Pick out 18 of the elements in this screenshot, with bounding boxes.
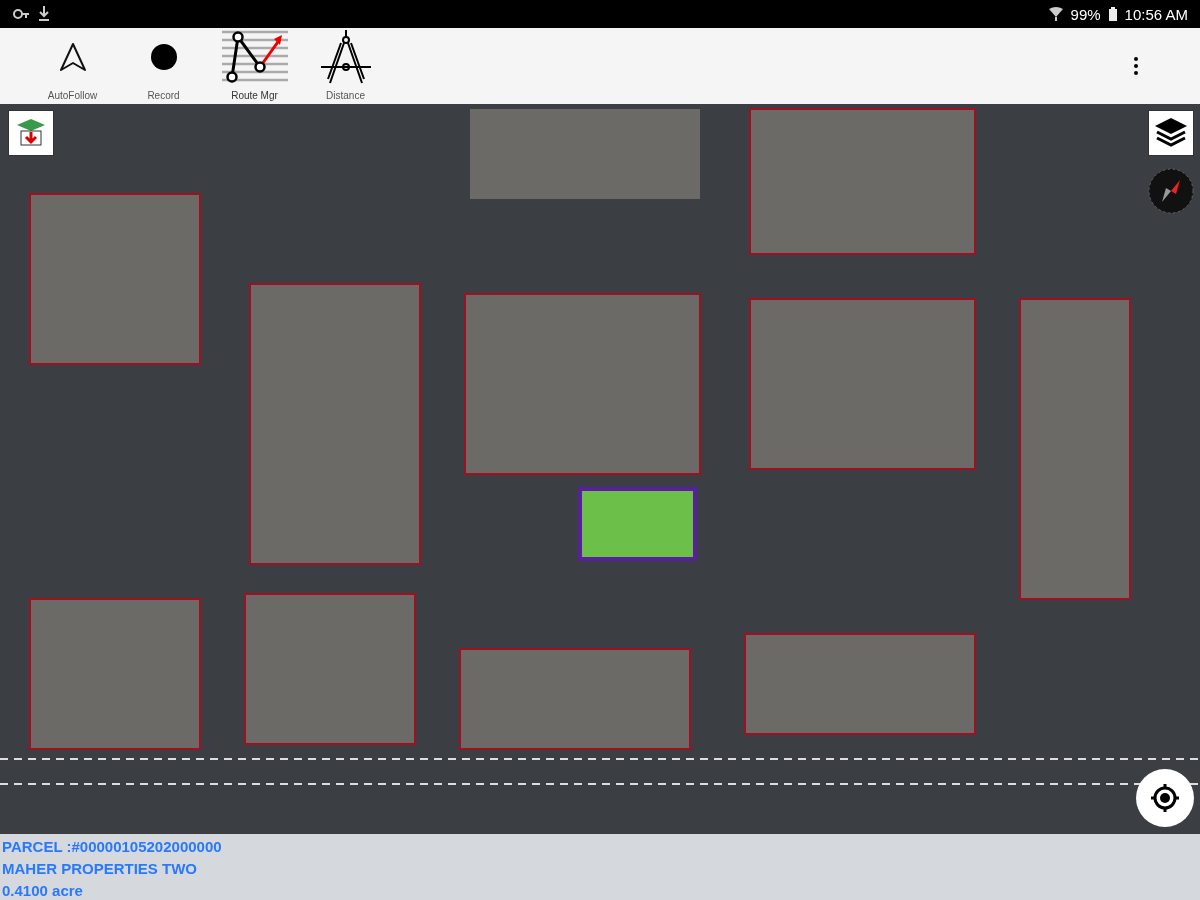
compass-divider-icon [319, 29, 372, 85]
compass-icon[interactable] [1148, 168, 1194, 214]
parcel-area: 0.4100 acre [2, 881, 1198, 900]
tool-button[interactable]: Distance [300, 28, 391, 104]
layers-button[interactable] [1148, 110, 1194, 156]
clock-time: 10:56 AM [1124, 5, 1188, 23]
tool-button[interactable]: Record [118, 28, 209, 104]
tool-button[interactable]: AutoFollow [27, 28, 118, 104]
download-icon [38, 6, 50, 22]
vpn-key-icon [12, 8, 30, 20]
parcel-download-button[interactable] [8, 110, 54, 156]
my-location-icon [1150, 783, 1180, 813]
tool-button[interactable]: Route Mgr [209, 28, 300, 104]
wifi-icon [1048, 7, 1063, 21]
battery-icon [1108, 7, 1117, 21]
parcel-owner: MAHER PROPERTIES TWO [2, 859, 198, 879]
record-icon [149, 43, 178, 71]
battery-percent: 99% [1070, 5, 1101, 23]
